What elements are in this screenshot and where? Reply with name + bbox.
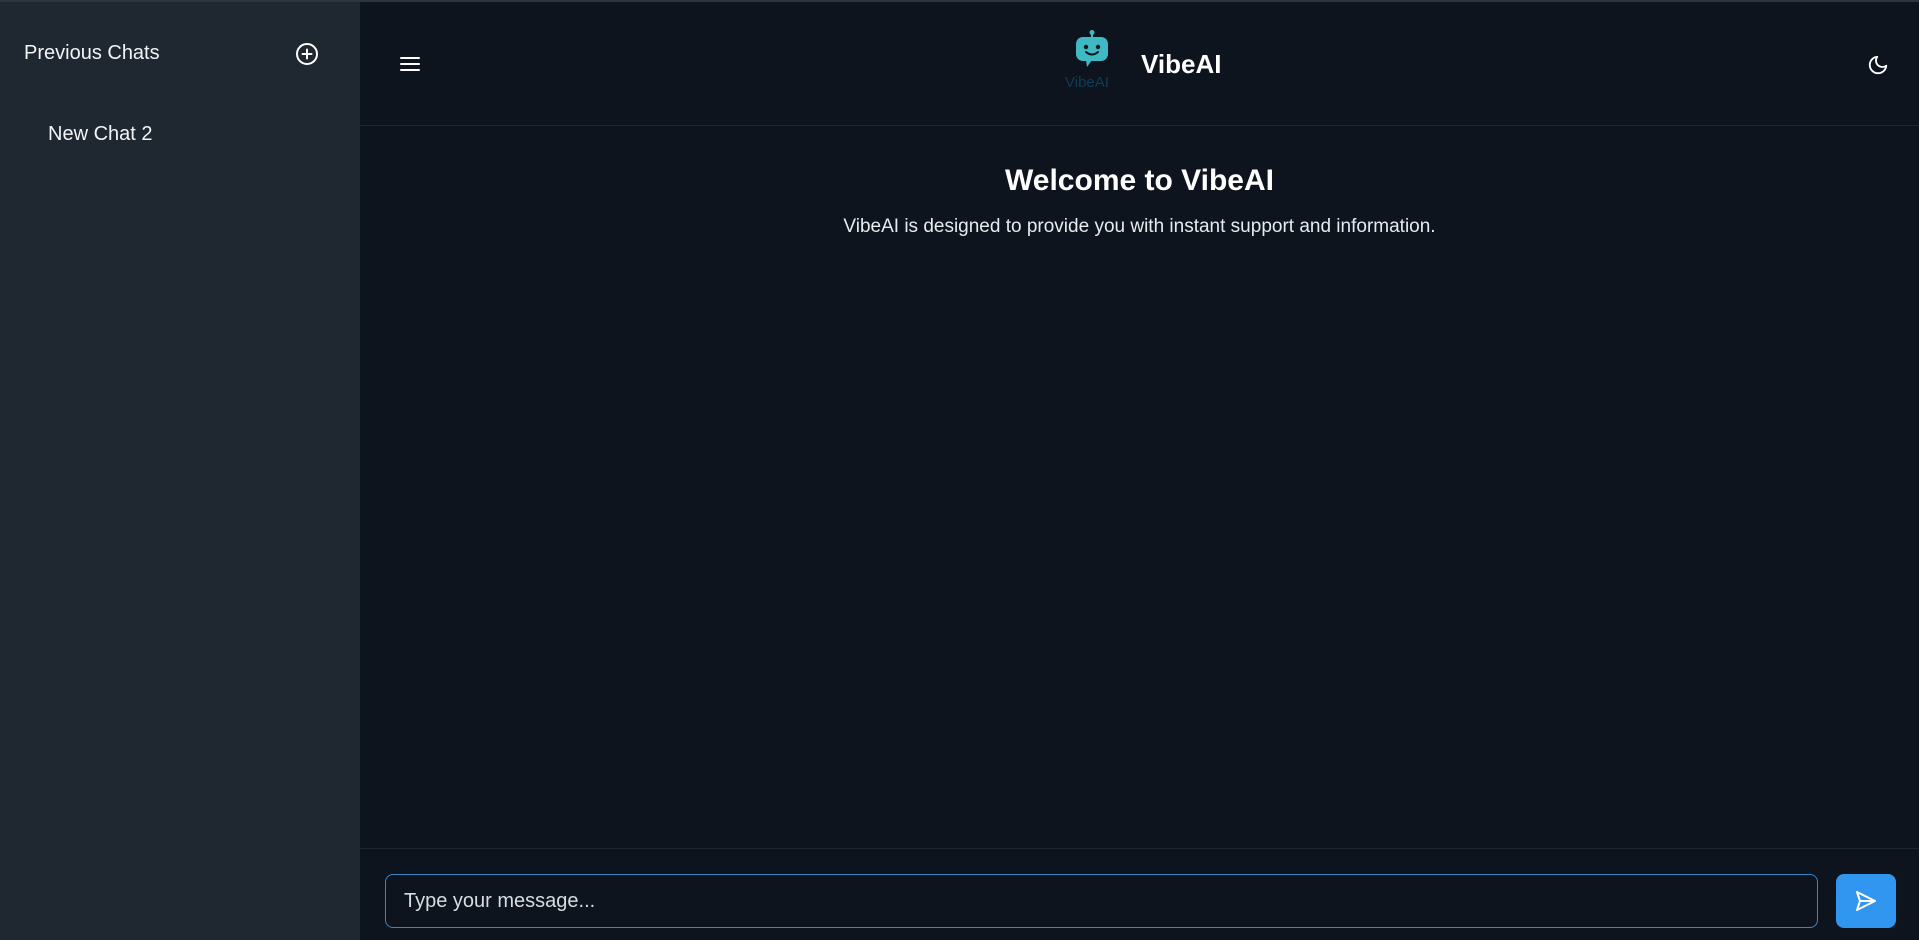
app-logo: VibeAI — [1060, 30, 1120, 92]
chat-list: New Chat 2 — [48, 120, 153, 148]
welcome-subtitle: VibeAI is designed to provide you with i… — [843, 216, 1436, 237]
main-panel: VibeAI VibeAI Welcome to VibeAI VibeAI i… — [360, 2, 1919, 940]
logo-wordmark: VibeAI — [1065, 74, 1109, 91]
hamburger-menu-icon — [400, 57, 420, 71]
send-icon — [1856, 891, 1876, 911]
message-composer — [360, 848, 1919, 940]
menu-toggle-button[interactable] — [398, 52, 422, 76]
new-chat-button[interactable] — [293, 40, 321, 68]
message-input[interactable] — [385, 874, 1818, 928]
welcome-section: Welcome to VibeAI VibeAI is designed to … — [360, 164, 1919, 238]
theme-toggle-button[interactable] — [1865, 52, 1891, 78]
app-title: VibeAI — [1141, 49, 1222, 79]
sidebar: Previous Chats New Chat 2 — [0, 2, 360, 940]
plus-circle-icon — [296, 43, 318, 65]
top-bar: VibeAI VibeAI — [360, 2, 1919, 126]
welcome-title: Welcome to VibeAI — [1005, 164, 1274, 197]
sidebar-title: Previous Chats — [24, 42, 160, 64]
app-root: Previous Chats New Chat 2 VibeAI VibeAI … — [0, 0, 1919, 940]
robot-icon — [1076, 30, 1108, 67]
chat-item-new-chat-2[interactable]: New Chat 2 — [48, 120, 153, 148]
send-button[interactable] — [1836, 874, 1896, 928]
moon-icon — [1868, 55, 1888, 75]
